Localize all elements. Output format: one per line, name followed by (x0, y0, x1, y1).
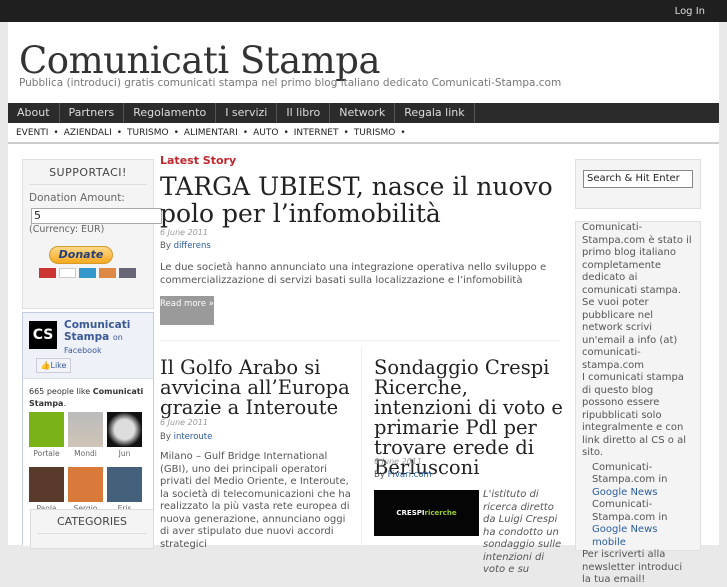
thumbs-up-icon: 👍 (40, 361, 51, 370)
subnav-turismo[interactable]: TURISMO (127, 128, 169, 138)
fan-avatar[interactable] (68, 467, 103, 502)
discover-icon (99, 268, 116, 278)
post-date: 6 June 2011 (160, 418, 208, 427)
fan-count: 665 people like Comunicati Stampa. (29, 387, 144, 408)
bullet-icon: • (343, 127, 349, 138)
search-widget: Search & Hit Enter (575, 159, 701, 209)
crespi-ricerche-image[interactable]: CRESPIricerche (374, 490, 479, 536)
subnav-aziendali[interactable]: AZIENDALI (64, 128, 112, 138)
fan-avatar[interactable] (29, 412, 64, 447)
payment-cards (39, 268, 136, 278)
support-widget: SUPPORTACI! Donation Amount: 5 (Currency… (22, 159, 162, 309)
google-news-mobile-link[interactable]: Google News mobile (592, 524, 657, 548)
fan-name: Portale (33, 449, 60, 458)
post-excerpt: Le due società hanno annunciato una inte… (160, 262, 547, 286)
fan-avatar[interactable] (68, 412, 103, 447)
about-text: Comunicati-Stampa.com è stato il primo b… (582, 222, 692, 296)
bullet-icon: • (53, 127, 59, 138)
bullet-icon: • (242, 127, 249, 138)
categories-widget: CATEGORIES (30, 509, 154, 549)
newsletter-text: Per iscriverti alla newsletter introduci… (582, 549, 683, 585)
amex-icon (79, 268, 96, 278)
post-text: L'istituto di ricerca diretto da Luigi C… (483, 489, 562, 575)
subnav-internet[interactable]: INTERNET (294, 128, 339, 138)
nav-servizi[interactable]: I servizi (216, 103, 278, 123)
like-button[interactable]: 👍Like (36, 358, 71, 373)
about-widget: Comunicati-Stampa.com è stato il primo b… (575, 221, 701, 585)
author-link[interactable]: interoute (174, 432, 213, 442)
fan-name: Jun (118, 449, 131, 458)
donation-amount-label: Donation Amount: (29, 192, 125, 204)
divider (361, 347, 362, 547)
about-text: Se vuoi poter pubblicare nel network scr… (582, 297, 678, 371)
main-nav: About Partners Regolamento I servizi Il … (8, 103, 719, 123)
post-text: Milano – Gulf Bridge International (GBI)… (160, 451, 351, 550)
bullet-icon: • (173, 127, 179, 138)
nav-regala-link[interactable]: Regala link (395, 103, 475, 123)
bullet-icon: • (400, 127, 406, 138)
fan-avatar[interactable] (107, 467, 142, 502)
about-text: I comunicati stampa di questo blog posso… (582, 372, 686, 458)
cs-logo[interactable]: CS (29, 321, 57, 349)
post-author: By interoute (160, 432, 213, 442)
post-author: By differens (160, 241, 211, 251)
divider (160, 340, 560, 341)
subnav-alimentari[interactable]: ALIMENTARI (184, 128, 238, 138)
post-date: 6 June 2011 (160, 228, 208, 237)
author-link[interactable]: differens (174, 241, 211, 251)
support-title: SUPPORTACI! (29, 166, 147, 185)
top-bar: Log In (0, 0, 727, 22)
categories-title: CATEGORIES (37, 515, 147, 534)
fan-avatar[interactable] (107, 412, 142, 447)
subnav-eventi[interactable]: EVENTI (16, 128, 48, 138)
site-tagline: Pubblica (introduci) gratis comunicati s… (19, 77, 562, 89)
fan-name: Mondi (74, 449, 97, 458)
bullet-icon: • (283, 127, 289, 138)
currency-label: (Currency: EUR) (29, 224, 105, 235)
read-more-button[interactable]: Read more » (160, 296, 214, 325)
google-news-link[interactable]: Google News (592, 487, 657, 498)
nav-partners[interactable]: Partners (60, 103, 125, 123)
subnav-auto[interactable]: AUTO (253, 128, 278, 138)
site-title[interactable]: Comunicati Stampa (19, 39, 381, 82)
mastercard-icon (39, 268, 56, 278)
donate-button[interactable]: Donate (49, 246, 113, 264)
login-link[interactable]: Log In (675, 6, 705, 17)
author-link[interactable]: Pivari.com (388, 470, 432, 480)
nav-network[interactable]: Network (330, 103, 396, 123)
nav-about[interactable]: About (8, 103, 60, 123)
post-author: By Pivari.com (374, 470, 432, 480)
latest-story-title[interactable]: TARGA UBIEST, nasce il nuovo polo per l’… (160, 173, 560, 227)
bank-icon (119, 268, 136, 278)
facebook-page-name[interactable]: Comunicati Stampa on Facebook (64, 319, 152, 357)
visa-icon (59, 268, 76, 278)
google-news-mobile-text: Comunicati-Stampa.com in (592, 499, 668, 523)
donation-amount-input[interactable]: 5 (31, 208, 162, 224)
nav-libro[interactable]: Il libro (277, 103, 331, 123)
page: Comunicati Stampa Pubblica (introduci) g… (8, 22, 719, 585)
nav-regolamento[interactable]: Regolamento (124, 103, 217, 123)
subnav-turismo-2[interactable]: TURISMO (354, 128, 396, 138)
latest-story-label: Latest Story (160, 154, 237, 167)
fan-avatar[interactable] (29, 467, 64, 502)
post-title[interactable]: Il Golfo Arabo si avvicina all’Europa gr… (160, 358, 355, 418)
google-news-text: Comunicati-Stampa.com in (592, 461, 668, 486)
category-nav: EVENTI • AZIENDALI • TURISMO • ALIMENTARI • … (8, 123, 719, 144)
post-date: 6 June 2011 (374, 457, 422, 466)
search-input[interactable]: Search & Hit Enter (583, 170, 693, 188)
bullet-icon: • (116, 127, 123, 138)
